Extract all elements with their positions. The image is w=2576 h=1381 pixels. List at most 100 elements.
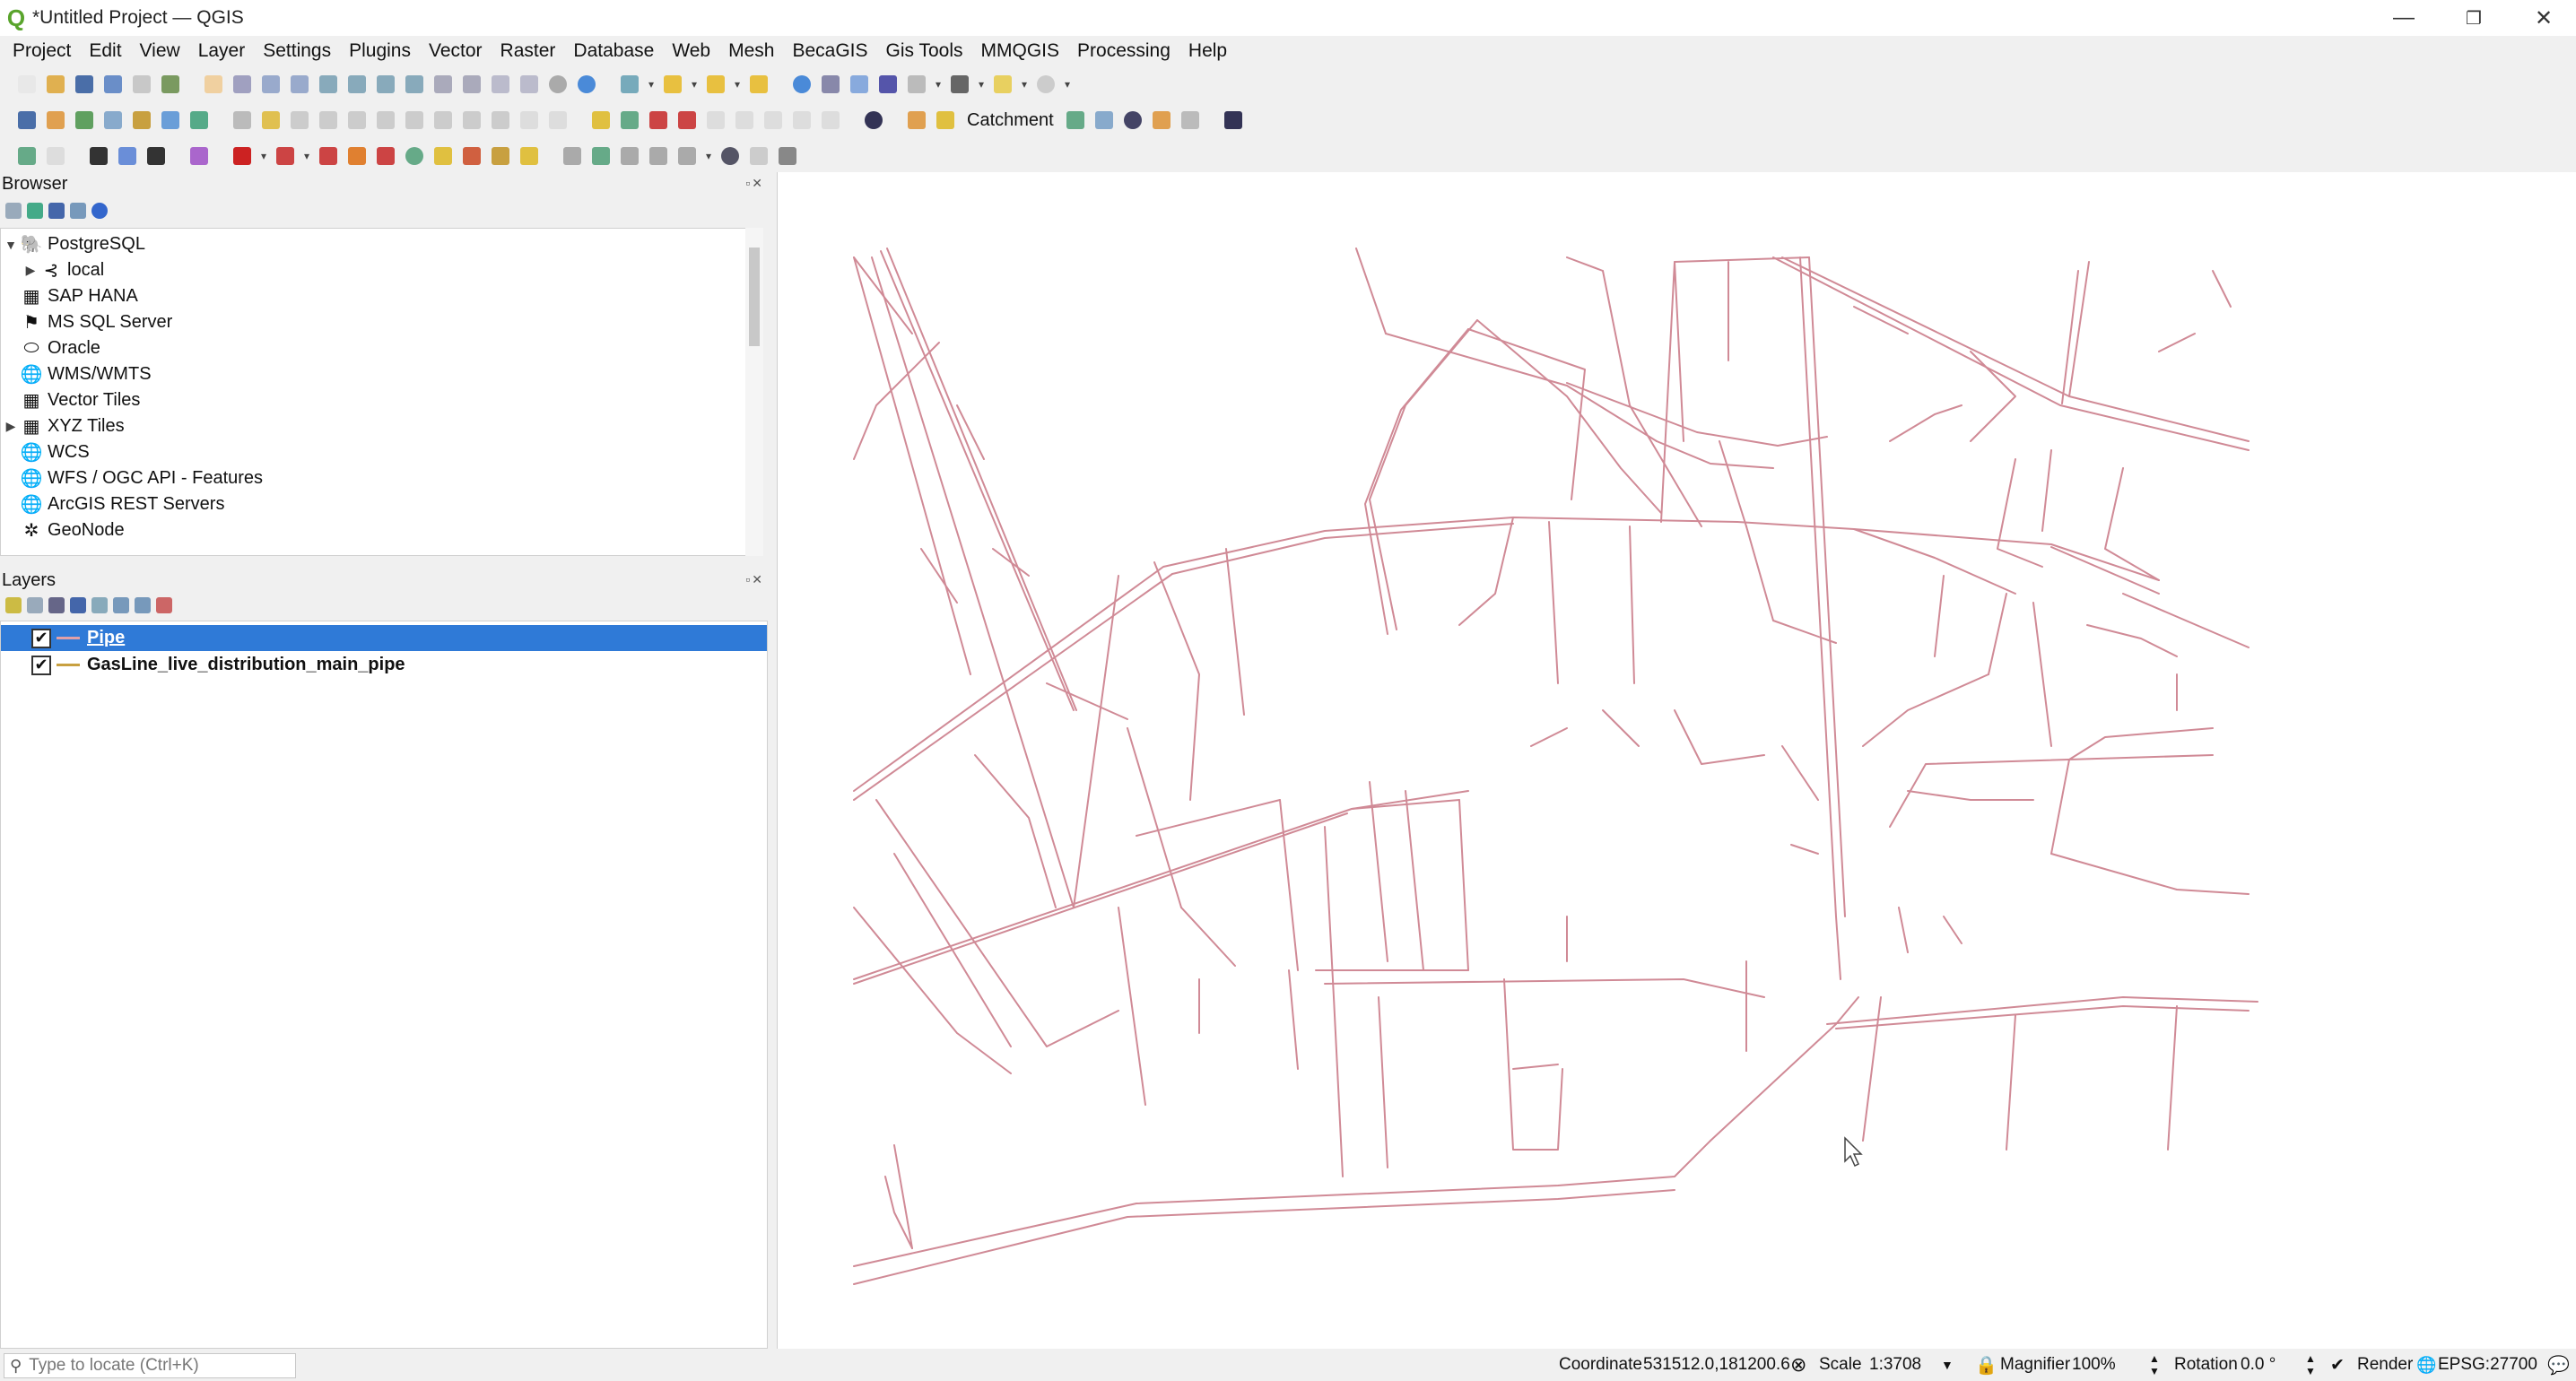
zoom-native-icon[interactable] bbox=[402, 72, 427, 97]
save-edits-icon[interactable] bbox=[287, 108, 312, 133]
menu-help[interactable]: Help bbox=[1179, 40, 1236, 62]
new-geopackage-icon[interactable] bbox=[43, 108, 68, 133]
plugin-globe-icon[interactable] bbox=[402, 143, 427, 169]
expression-filter-icon[interactable] bbox=[91, 597, 108, 613]
vertex-tool-icon[interactable] bbox=[344, 108, 370, 133]
swap-icon[interactable] bbox=[144, 143, 169, 169]
menu-layer[interactable]: Layer bbox=[189, 40, 255, 62]
layer-visibility-checkbox[interactable]: ✔ bbox=[31, 655, 51, 675]
browser-scroll-thumb[interactable] bbox=[749, 248, 760, 346]
plugin-paint-icon[interactable] bbox=[431, 143, 456, 169]
filter-icon[interactable] bbox=[48, 203, 65, 219]
browser-item-xyz-tiles[interactable]: ▶ ▦ XYZ Tiles bbox=[1, 413, 125, 439]
show-layout-icon[interactable] bbox=[904, 72, 929, 97]
map-tips-icon[interactable] bbox=[990, 72, 1015, 97]
toolbar-dropdown-icon[interactable]: ▾ bbox=[258, 150, 269, 162]
spatial-bookmark-icon[interactable] bbox=[1033, 72, 1058, 97]
menu-gis-tools[interactable]: Gis Tools bbox=[877, 40, 972, 62]
restore-button[interactable]: ❐ bbox=[2438, 0, 2510, 36]
data-source-manager-icon[interactable] bbox=[14, 108, 39, 133]
globe-icon[interactable] bbox=[1120, 108, 1145, 133]
menu-raster[interactable]: Raster bbox=[492, 40, 565, 62]
lock-scale-icon[interactable]: 🔒 bbox=[1975, 1349, 1997, 1381]
scale-dropdown-icon[interactable]: ▼ bbox=[1941, 1349, 1954, 1381]
browser-item-arcgis-rest-servers[interactable]: 🌐 ArcGIS REST Servers bbox=[1, 491, 225, 517]
toolbar-dropdown-icon[interactable]: ▾ bbox=[301, 150, 312, 162]
info-icon[interactable] bbox=[91, 203, 108, 219]
locator-search-input[interactable]: ⚲ Type to locate (Ctrl+K) bbox=[4, 1353, 296, 1378]
zoom-full-icon[interactable] bbox=[316, 72, 341, 97]
move-label-icon[interactable] bbox=[703, 108, 728, 133]
select-by-value-icon[interactable] bbox=[703, 72, 728, 97]
zoom-to-layer-icon[interactable] bbox=[373, 72, 398, 97]
plugin-tool-icon[interactable] bbox=[904, 108, 929, 133]
plugin-zoom-box-icon[interactable] bbox=[646, 143, 671, 169]
highlight-label-icon[interactable] bbox=[818, 108, 843, 133]
manage-map-themes-icon[interactable] bbox=[48, 597, 65, 613]
menu-web[interactable]: Web bbox=[663, 40, 719, 62]
plugin-a-icon[interactable] bbox=[14, 143, 39, 169]
coordinate-field[interactable]: 531512.0,181200.6 bbox=[1640, 1353, 1794, 1377]
zoom-out-icon[interactable] bbox=[287, 72, 312, 97]
toggle-editing-icon[interactable] bbox=[258, 108, 283, 133]
refresh-icon[interactable] bbox=[27, 203, 43, 219]
collapse-all-layers-icon[interactable] bbox=[135, 597, 151, 613]
plugin-b-icon[interactable] bbox=[43, 143, 68, 169]
crs-icon[interactable]: 🌐 bbox=[2416, 1349, 2436, 1381]
plugin-brush-icon[interactable] bbox=[316, 143, 341, 169]
menu-plugins[interactable]: Plugins bbox=[340, 40, 420, 62]
new-temporary-layer-icon[interactable] bbox=[129, 108, 154, 133]
plugin-flower-icon[interactable] bbox=[344, 143, 370, 169]
plugin-sphere-icon[interactable] bbox=[718, 143, 743, 169]
plugin-grid-icon[interactable] bbox=[674, 143, 700, 169]
add-selected-layers-icon[interactable] bbox=[5, 203, 22, 219]
expand-arrow-icon[interactable]: ▶ bbox=[1, 419, 21, 434]
browser-tree[interactable]: ▼ 🐘 PostgreSQL ▶ ⊰ local ▦ SAP HANA ⚑ MS SQL Serv… bbox=[0, 228, 755, 556]
render-checkbox[interactable]: ✔ bbox=[2330, 1349, 2345, 1381]
diagram-tool-icon[interactable] bbox=[617, 108, 642, 133]
new-virtual-layer-icon[interactable] bbox=[158, 108, 183, 133]
field-calculator-icon[interactable] bbox=[818, 72, 843, 97]
label-tool-icon[interactable] bbox=[588, 108, 614, 133]
new-3d-view-icon[interactable] bbox=[517, 72, 542, 97]
browser-item-sap-hana[interactable]: ▦ SAP HANA bbox=[1, 283, 138, 309]
browser-item-postgresql[interactable]: ▼ 🐘 PostgreSQL bbox=[1, 231, 145, 257]
catchment-button[interactable]: Catchment bbox=[962, 110, 1059, 131]
temporal-controller-icon[interactable] bbox=[545, 72, 570, 97]
browser-item-local[interactable]: ▶ ⊰ local bbox=[1, 257, 105, 283]
plugin-shape-icon[interactable] bbox=[1149, 108, 1174, 133]
toolbar-dropdown-icon[interactable]: ▾ bbox=[732, 78, 743, 91]
scale-field[interactable]: 1:3708 bbox=[1866, 1353, 1948, 1377]
magnifier-spin-icon[interactable]: ▲ ▼ bbox=[2149, 1349, 2160, 1381]
new-print-layout-icon[interactable] bbox=[129, 72, 154, 97]
toolbox-icon[interactable] bbox=[847, 72, 872, 97]
digitize-shape-icon[interactable] bbox=[273, 143, 298, 169]
redo-icon[interactable] bbox=[545, 108, 570, 133]
new-map-view-icon[interactable] bbox=[488, 72, 513, 97]
save-project-icon[interactable] bbox=[72, 72, 97, 97]
browser-item-wcs[interactable]: 🌐 WCS bbox=[1, 439, 90, 465]
menu-project[interactable]: Project bbox=[4, 40, 80, 62]
current-edits-icon[interactable] bbox=[230, 108, 255, 133]
identify-features-icon[interactable] bbox=[617, 72, 642, 97]
pan-icon[interactable] bbox=[201, 72, 226, 97]
zoom-in-icon[interactable] bbox=[258, 72, 283, 97]
plugin-gradient-icon[interactable] bbox=[459, 143, 484, 169]
add-group-icon[interactable] bbox=[27, 597, 43, 613]
new-shapefile-icon[interactable] bbox=[72, 108, 97, 133]
close-button[interactable]: ✕ bbox=[2508, 0, 2576, 36]
measure-line-icon[interactable] bbox=[947, 72, 972, 97]
plugin-c-icon[interactable] bbox=[86, 143, 111, 169]
plugin-panel-icon[interactable] bbox=[1221, 108, 1246, 133]
messages-icon[interactable]: 💬 bbox=[2547, 1349, 2570, 1381]
menu-view[interactable]: View bbox=[131, 40, 189, 62]
expand-arrow-icon[interactable]: ▶ bbox=[21, 263, 40, 278]
rotation-field[interactable]: 0.0 ° bbox=[2237, 1353, 2302, 1377]
cut-icon[interactable] bbox=[431, 108, 456, 133]
toolbar-dropdown-icon[interactable]: ▾ bbox=[703, 150, 714, 162]
toolbar-dropdown-icon[interactable]: ▾ bbox=[976, 78, 987, 91]
delete-icon[interactable] bbox=[402, 108, 427, 133]
collapse-all-icon[interactable] bbox=[70, 203, 86, 219]
plugin-bars-icon[interactable] bbox=[488, 143, 513, 169]
plugin-wrench-icon[interactable] bbox=[775, 143, 800, 169]
